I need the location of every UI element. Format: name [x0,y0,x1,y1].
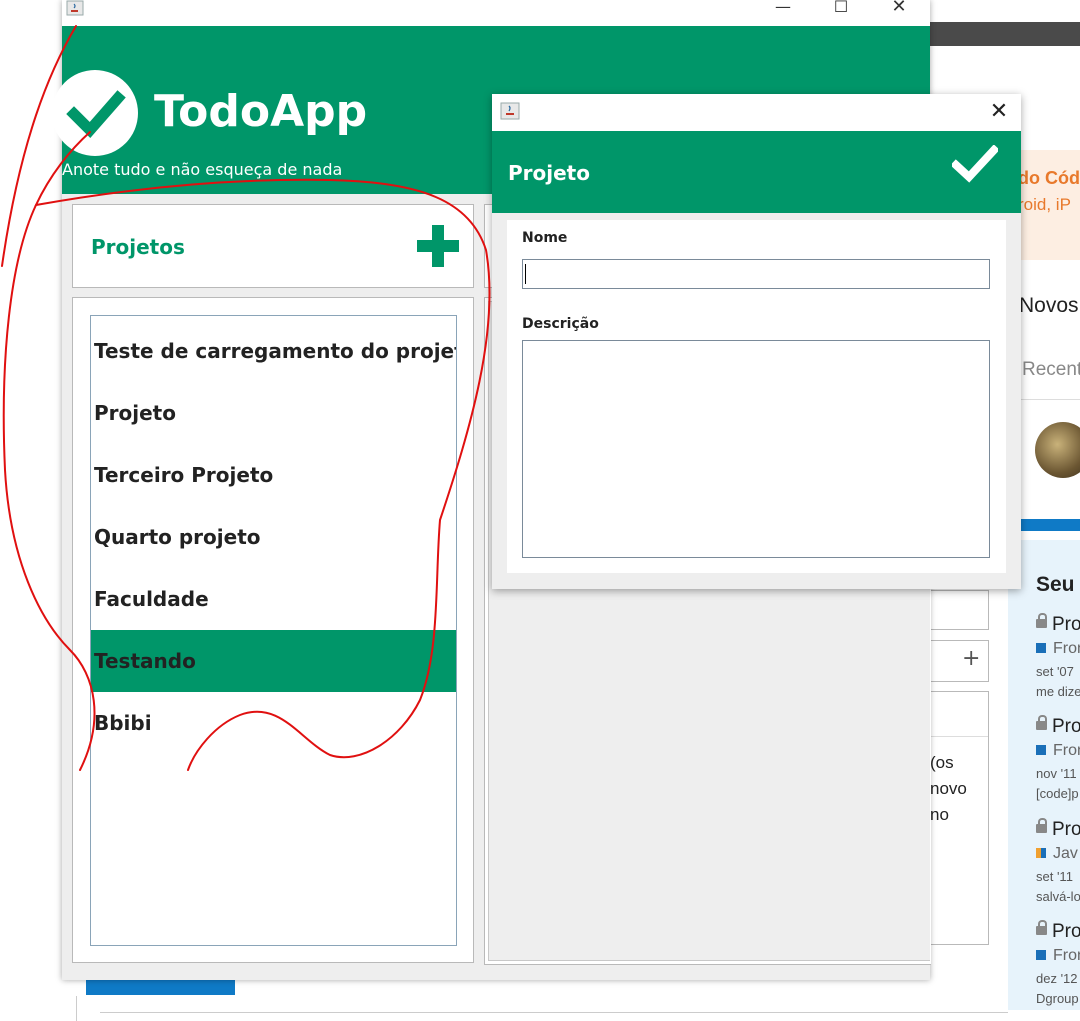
bg-topic-title: Pro [1052,716,1080,737]
projects-list[interactable]: Teste de carregamento do projeto Projeto… [90,315,457,946]
lock-icon [1036,818,1047,833]
dialog-form: Nome Descrição [507,220,1006,573]
add-task-icon[interactable]: + [962,646,980,671]
descricao-label: Descrição [522,316,599,332]
bg-divider [100,1012,1008,1013]
bg-topic-item[interactable]: Pro Fron set '07 me dize [1036,613,1080,702]
category-square-icon [1036,643,1046,653]
bg-topic-date: nov '11 [1036,766,1077,781]
task-list-divider [930,736,988,737]
bg-topic-title: Pro [1052,614,1080,635]
dialog-titlebar[interactable]: ✕ [492,94,1021,131]
category-square-icon [1036,950,1046,960]
projects-panel: Teste de carregamento do projeto Projeto… [72,297,474,963]
list-item-project[interactable]: Faculdade [91,568,456,630]
projects-title: Projetos [91,235,185,259]
lock-icon [1036,920,1047,935]
maximize-button[interactable]: ☐ [818,0,864,22]
app-title: TodoApp [154,86,368,137]
descricao-textarea[interactable] [522,340,990,558]
bg-topic-date: set '11 [1036,869,1073,884]
task-text-line: novo [930,779,967,798]
bg-blue-strip [1021,519,1080,531]
window-close-button[interactable]: ✕ [876,0,922,22]
bg-topic-item[interactable]: Pro Fron nov '11 [code]p [1036,715,1080,804]
bg-novos-link[interactable]: Novos [1019,294,1079,318]
project-dialog: ✕ Projeto Nome Descrição [492,94,1021,589]
bg-topic-title: Pro [1052,921,1080,942]
bg-banner-text: do Cód [1018,168,1080,188]
bg-topic-item[interactable]: Pro Jav set '11 salvá-lo [1036,818,1080,907]
minimize-button[interactable]: — [760,0,806,22]
check-circle-icon [52,70,138,156]
dialog-title: Projeto [508,161,590,185]
bg-new-topic-button[interactable] [86,978,235,995]
bg-divider [1021,399,1080,400]
task-text-line: no [930,805,949,824]
list-item-project[interactable]: Bbibi [91,692,456,754]
bg-topic-item[interactable]: Pro Fron dez '12 Dgroup [1036,920,1080,1009]
bg-panel-heading: Seu [1036,573,1075,596]
category-square-icon [1036,848,1046,858]
nome-input[interactable] [522,259,990,289]
bg-topic-category: Fron [1053,947,1080,964]
bg-banner-subtext: roid, iP [1018,195,1071,214]
app-subtitle: Anote tudo e não esqueça de nada [62,160,343,179]
java-icon [500,102,520,120]
bg-recent-tab[interactable]: Recent [1022,359,1080,381]
bg-topic-date: dez '12 [1036,971,1078,986]
task-filter-box [930,590,989,630]
projects-header: Projetos [72,204,474,288]
bg-topic-excerpt: [code]p [1036,786,1079,801]
bg-topic-category: Jav [1053,845,1078,862]
bg-topic-date: set '07 [1036,664,1074,679]
bg-topic-excerpt: salvá-lo [1036,889,1080,904]
close-icon[interactable]: ✕ [986,100,1012,124]
list-item-project[interactable]: Teste de carregamento do projeto [91,320,456,382]
window-titlebar[interactable]: — ☐ ✕ [62,0,930,26]
bg-topic-excerpt: Dgroup [1036,991,1079,1006]
list-item-project[interactable]: Terceiro Projeto [91,444,456,506]
list-item-project-selected[interactable]: Testando [91,630,456,692]
bg-topic-category: Fron [1053,640,1080,657]
nome-label: Nome [522,230,568,246]
category-square-icon [1036,745,1046,755]
check-icon[interactable] [952,145,998,183]
task-description-text: (os novo no [930,750,967,828]
dialog-header: Projeto [492,131,1021,213]
plus-icon[interactable] [417,225,459,267]
bg-divider [76,996,77,1021]
bg-topic-title: Pro [1052,819,1080,840]
lock-icon [1036,715,1047,730]
browser-topbar [930,22,1080,46]
bg-topic-excerpt: me dize [1036,684,1080,699]
list-item-project[interactable]: Quarto projeto [91,506,456,568]
java-icon [66,0,84,16]
lock-icon [1036,613,1047,628]
text-caret [525,264,526,284]
avatar[interactable] [1035,422,1080,478]
task-text-line: (os [930,753,954,772]
list-item-project[interactable]: Projeto [91,382,456,444]
bg-topic-category: Fron [1053,742,1080,759]
